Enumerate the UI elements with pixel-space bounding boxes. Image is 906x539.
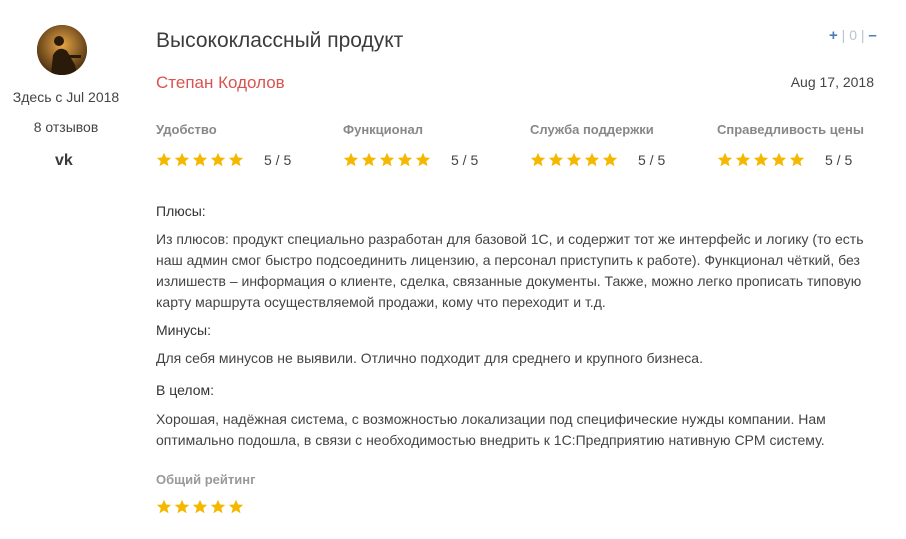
review-author[interactable]: Степан Кодолов [156, 73, 285, 93]
star-icon [228, 152, 244, 167]
category-support: Служба поддержки 5 / 5 [530, 122, 710, 168]
overall-star-rating [156, 499, 244, 515]
review-title: Высококлассный продукт [156, 29, 404, 52]
star-icon [156, 499, 172, 514]
category-label: Служба поддержки [530, 122, 654, 137]
category-usability: Удобство 5 / 5 [156, 122, 336, 168]
cons-text: Для себя минусов не выявили. Отлично под… [156, 350, 703, 366]
vk-icon[interactable]: vk [53, 150, 81, 169]
star-icon [174, 152, 190, 167]
star-icon [192, 152, 208, 167]
category-value: Справедливость цены 5 / 5 [717, 122, 897, 168]
star-icon [210, 499, 226, 514]
star-icon [789, 152, 805, 167]
category-functionality: Функционал 5 / 5 [343, 122, 523, 168]
category-label: Функционал [343, 122, 423, 137]
star-icon [566, 152, 582, 167]
category-score: 5 / 5 [264, 152, 292, 168]
downvote-button[interactable]: – [868, 27, 876, 44]
star-rating [156, 152, 244, 168]
reviews-count[interactable]: 8 отзывов [0, 119, 132, 135]
star-icon [228, 499, 244, 514]
overall-section-label: В целом: [156, 382, 215, 398]
vote-separator: | [860, 27, 865, 43]
star-icon [156, 152, 172, 167]
vote-controls: + | 0 | – [829, 27, 877, 44]
pros-text: Из плюсов: продукт специально разработан… [156, 231, 864, 310]
star-icon [397, 152, 413, 167]
star-rating [717, 152, 805, 168]
category-label: Справедливость цены [717, 122, 864, 137]
star-icon [361, 152, 377, 167]
star-icon [379, 152, 395, 167]
category-score: 5 / 5 [825, 152, 853, 168]
pros-label: Плюсы: [156, 203, 206, 219]
svg-text:vk: vk [55, 152, 73, 168]
member-since: Здесь с Jul 2018 [12, 89, 120, 105]
star-icon [602, 152, 618, 167]
star-icon [174, 499, 190, 514]
overall-rating-label: Общий рейтинг [156, 472, 256, 487]
avatar [37, 25, 87, 75]
star-rating [343, 152, 431, 168]
star-icon [735, 152, 751, 167]
star-icon [343, 152, 359, 167]
upvote-button[interactable]: + [829, 27, 838, 44]
star-icon [753, 152, 769, 167]
star-icon [717, 152, 733, 167]
category-score: 5 / 5 [638, 152, 666, 168]
star-icon [415, 152, 431, 167]
star-icon [530, 152, 546, 167]
star-icon [192, 499, 208, 514]
star-icon [584, 152, 600, 167]
vote-separator: | [841, 27, 846, 43]
star-rating [530, 152, 618, 168]
category-label: Удобство [156, 122, 217, 137]
cons-label: Минусы: [156, 322, 212, 338]
vote-count: 0 [849, 27, 857, 43]
overall-text: Хорошая, надёжная система, с возможность… [156, 411, 826, 448]
category-score: 5 / 5 [451, 152, 479, 168]
star-icon [210, 152, 226, 167]
star-icon [771, 152, 787, 167]
review-date: Aug 17, 2018 [790, 74, 874, 90]
star-icon [548, 152, 564, 167]
